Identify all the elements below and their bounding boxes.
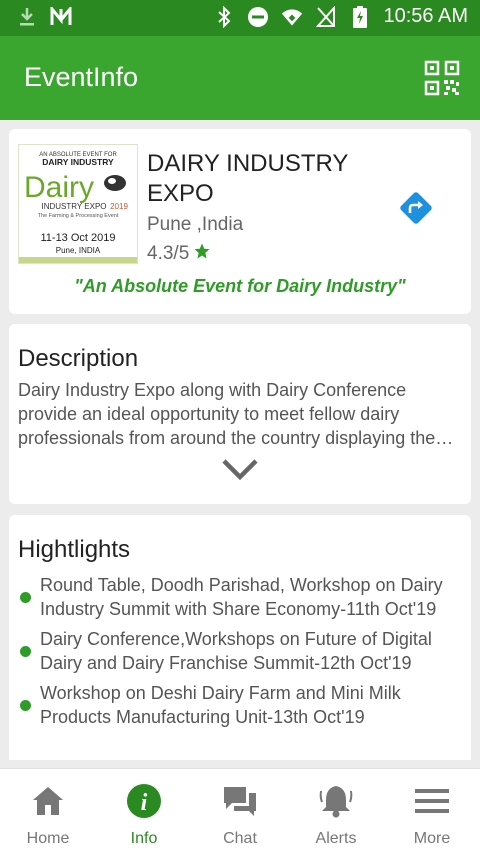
star-icon [193,242,211,266]
nav-alerts-label: Alerts [315,830,357,847]
event-rating: 4.3/5 [147,242,211,266]
description-text: Dairy Industry Expo along with Dairy Con… [18,380,436,448]
highlight-item: Dairy Conference,Workshops on Future of … [18,627,464,675]
status-time: 10:56 AM [383,5,468,27]
svg-text:Pune, INDIA: Pune, INDIA [56,246,101,255]
nav-more-label: More [413,830,451,847]
description-card: Description Dairy Industry Expo along wi… [9,324,471,504]
do-not-disturb-icon [247,6,269,28]
download-icon [16,6,38,28]
home-icon [30,783,66,819]
nav-alerts[interactable]: Alerts [288,769,384,854]
nav-more[interactable]: More [384,769,480,854]
directions-icon[interactable] [399,191,433,225]
svg-text:Dairy: Dairy [24,171,94,204]
highlights-card: Hightlights Round Table, Doodh Parishad,… [9,515,471,760]
bluetooth-icon [213,5,235,28]
svg-text:DAIRY INDUSTRY: DAIRY INDUSTRY [42,157,114,167]
svg-text:11-13 Oct 2019: 11-13 Oct 2019 [40,232,115,244]
event-name: DAIRY INDUSTRY EXPO [147,150,348,207]
qr-code-icon[interactable] [424,60,460,96]
no-signal-icon [315,5,337,28]
bell-icon [318,783,354,819]
event-info-content[interactable]: AN ABSOLUTE EVENT FOR DAIRY INDUSTRY Dai… [0,120,480,760]
description-title: Description [18,345,139,372]
event-header-card: AN ABSOLUTE EVENT FOR DAIRY INDUSTRY Dai… [9,129,471,314]
highlights-title: Hightlights [18,536,131,563]
svg-text:The Farming & Processing Event: The Farming & Processing Event [38,213,119,219]
highlight-item: Workshop on Deshi Dairy Farm and Mini Mi… [18,681,464,729]
chevron-down-icon[interactable] [221,458,259,482]
event-tagline: "An Absolute Event for Dairy Industry" [74,276,406,296]
info-icon: i [126,783,162,819]
bullet-icon [20,646,31,657]
bullet-icon [20,700,31,711]
status-bar: 10:56 AM [0,0,480,36]
svg-text:i: i [141,790,148,816]
nav-home-label: Home [26,830,70,847]
nav-home[interactable]: Home [0,769,96,854]
menu-icon [414,783,450,819]
bottom-nav: Home i Info Chat Alerts More [0,768,480,854]
chat-icon [222,783,258,819]
event-location: Pune ,India [147,214,244,235]
highlight-item: Round Table, Doodh Parishad, Workshop on… [18,573,464,621]
svg-text:INDUSTRY EXPO: INDUSTRY EXPO [41,202,106,211]
event-logo: AN ABSOLUTE EVENT FOR DAIRY INDUSTRY Dai… [18,144,138,264]
rating-value: 4.3/5 [147,243,190,264]
app-title: EventInfo [24,62,139,92]
battery-charging-icon [349,5,371,28]
nav-info[interactable]: i Info [96,769,192,854]
nav-chat[interactable]: Chat [192,769,288,854]
wifi-icon [281,6,303,28]
svg-text:2019: 2019 [110,202,128,211]
bullet-icon [20,592,31,603]
app-notification-icon [50,6,72,28]
app-bar: EventInfo [0,36,480,120]
nav-info-label: Info [130,830,158,847]
highlights-list: Round Table, Doodh Parishad, Workshop on… [18,573,464,735]
nav-chat-label: Chat [223,830,257,847]
